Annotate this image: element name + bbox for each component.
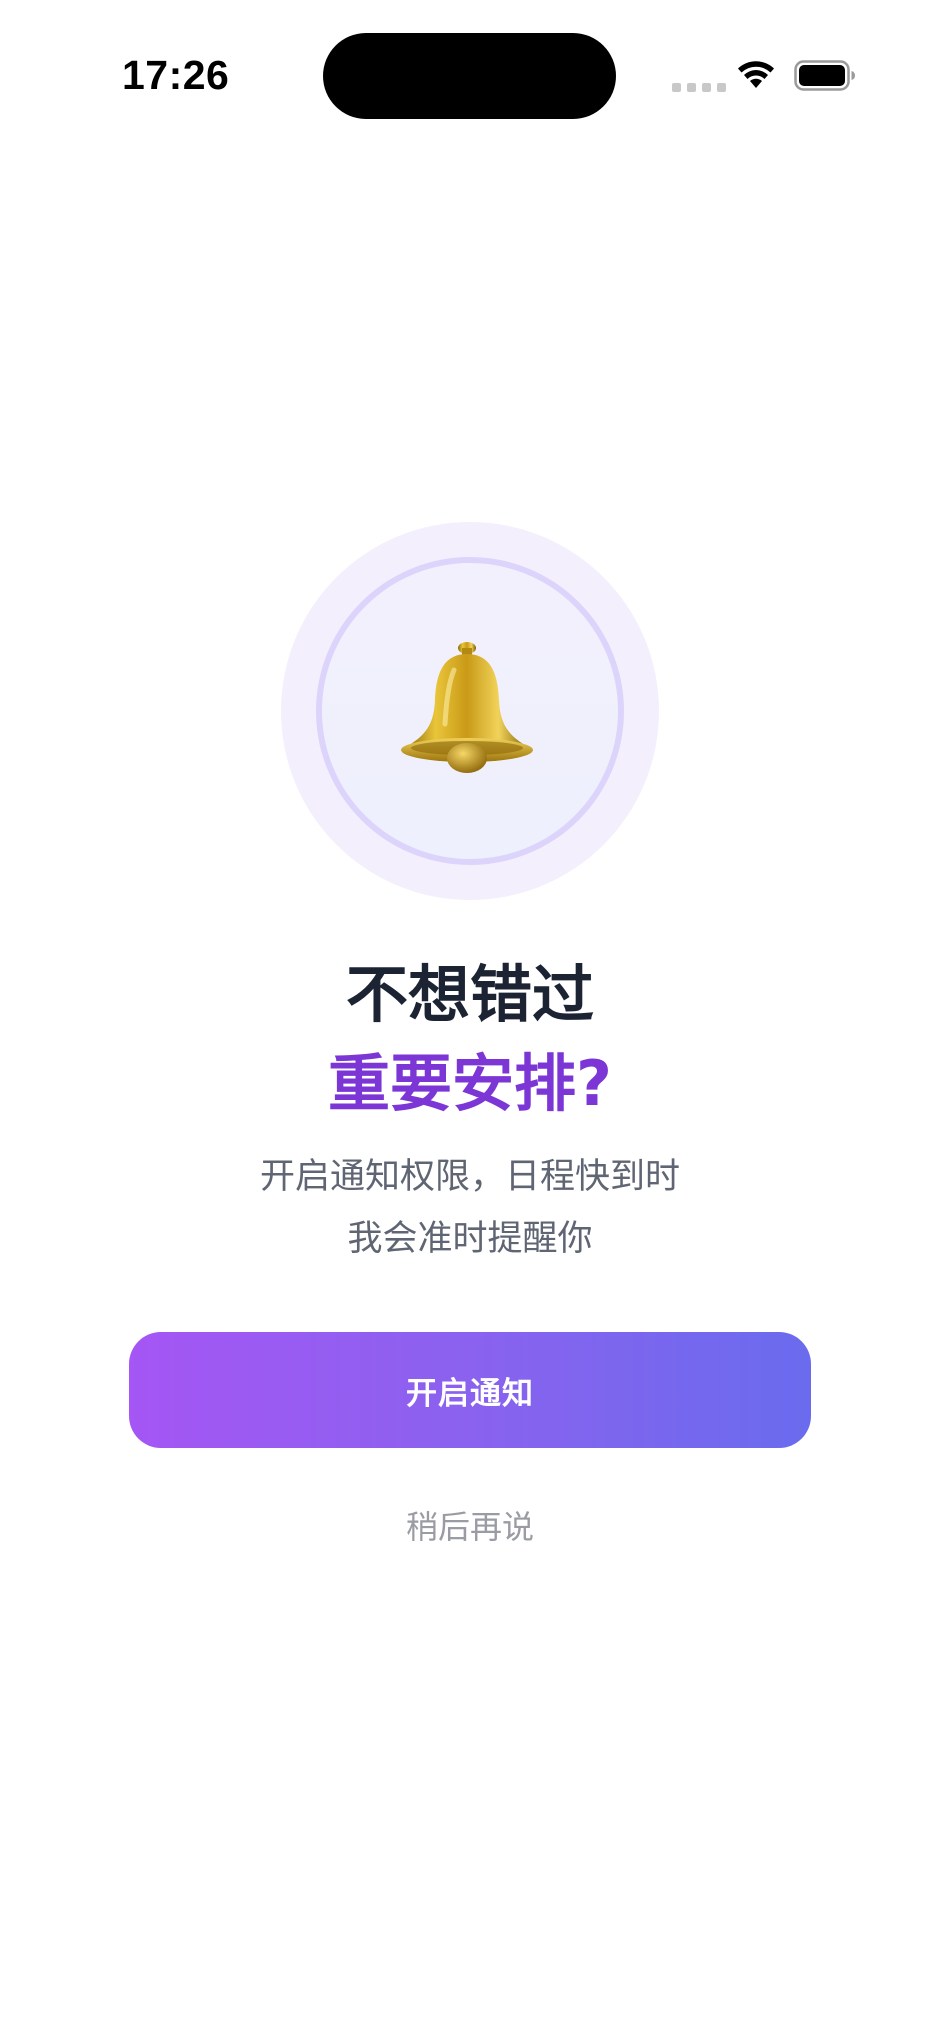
dynamic-island [323, 33, 616, 119]
signal-dots-icon [672, 83, 726, 92]
headline-line-1: 不想错过 [345, 958, 594, 1031]
description-line-2: 我会准时提醒你 [347, 1219, 593, 1259]
battery-icon [794, 60, 855, 91]
enable-notifications-label: 开启通知 [406, 1375, 534, 1412]
notification-permission-screen: 17:26 不想错过 重要安排? 开启通知权限，日程快到时 我会准时提醒你 开启… [0, 0, 940, 2044]
enable-notifications-button[interactable]: 开启通知 [129, 1332, 811, 1448]
bell-icon [401, 642, 533, 773]
description-line-1: 开启通知权限，日程快到时 [259, 1157, 680, 1197]
remind-later-link[interactable]: 稍后再说 [0, 1502, 940, 1548]
wifi-icon [738, 61, 774, 88]
status-time: 17:26 [122, 52, 230, 98]
headline-line-2: 重要安排? [328, 1047, 612, 1120]
